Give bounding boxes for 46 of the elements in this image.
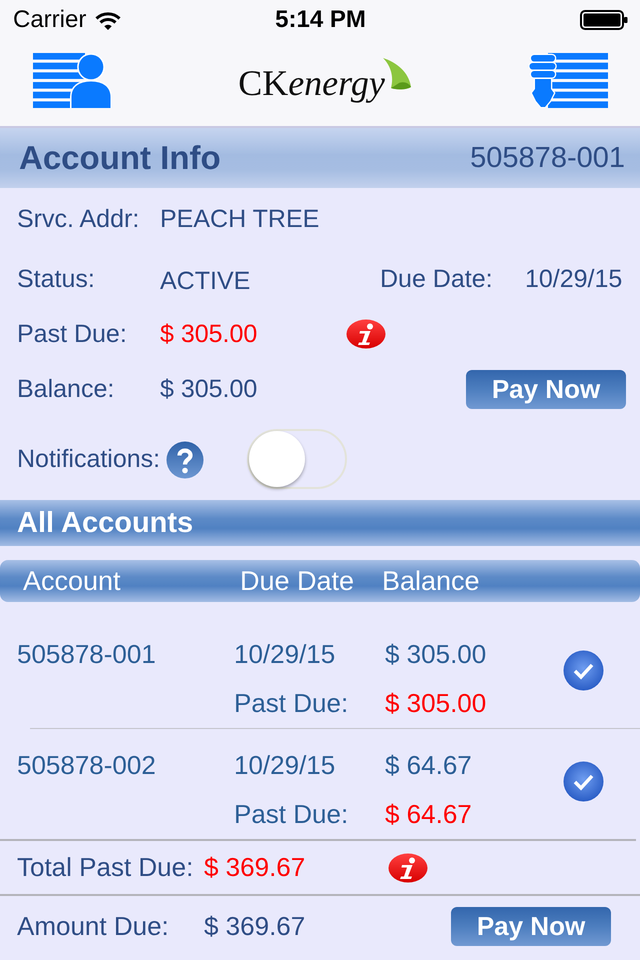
info-icon[interactable]: [346, 319, 386, 349]
field-label: Due Date:: [380, 264, 494, 294]
carrier-name: Carrier: [13, 6, 86, 34]
help-icon[interactable]: [165, 441, 206, 479]
field-label: Past Due:: [17, 320, 128, 348]
field-value: PEACH TREE: [160, 204, 320, 234]
field-value: ACTIVE: [160, 266, 252, 296]
check-icon[interactable]: [563, 761, 604, 802]
logo-text: CKenergy: [238, 63, 385, 103]
field-value: $ 369.67: [204, 852, 306, 883]
field-label: Amount Due:: [17, 911, 170, 942]
clock-time: 5:14 PM: [275, 6, 366, 34]
field-label: Notifications:: [17, 444, 160, 474]
toggle-switch[interactable]: [247, 429, 348, 489]
column-header: Account: [23, 566, 122, 596]
check-icon[interactable]: [563, 650, 604, 691]
lightbulb-list-icon[interactable]: [528, 52, 608, 108]
info-icon[interactable]: [388, 852, 428, 882]
section-title: All Accounts: [17, 506, 194, 540]
table-cell-text: $ 64.67: [385, 749, 473, 782]
column-header: Due Date: [240, 566, 356, 596]
table-cell-text: 10/29/15: [234, 749, 336, 782]
table-cell-text: $ 305.00: [385, 638, 488, 671]
pay-now-button[interactable]: Pay Now: [451, 907, 611, 946]
field-label: Srvc. Addr:: [17, 204, 140, 234]
field-label: Status:: [17, 264, 96, 294]
battery-icon: [580, 10, 628, 30]
account-number: 505878-001: [470, 142, 625, 174]
table-cell-text: $ 305.00: [385, 687, 488, 720]
field-label: Past Due:: [234, 687, 350, 720]
account-number: 505878-001: [17, 638, 157, 671]
wifi-icon: [95, 10, 122, 30]
field-value: 10/29/15: [525, 264, 622, 294]
table-cell-text: $ 64.67: [385, 798, 473, 831]
field-label: Total Past Due:: [17, 852, 194, 883]
section-title: Account Info: [19, 139, 221, 177]
table-cell-text: 10/29/15: [234, 638, 336, 671]
field-value: $ 305.00: [160, 320, 258, 348]
column-header: Balance: [382, 566, 480, 596]
field-value: $ 369.67: [204, 911, 306, 942]
account-number: 505878-002: [17, 749, 157, 782]
pay-now-button[interactable]: Pay Now: [466, 370, 626, 408]
field-label: Balance:: [17, 374, 116, 404]
person-list-icon[interactable]: [33, 52, 112, 108]
field-value: $ 305.00: [160, 374, 258, 404]
field-label: Past Due:: [234, 798, 350, 831]
